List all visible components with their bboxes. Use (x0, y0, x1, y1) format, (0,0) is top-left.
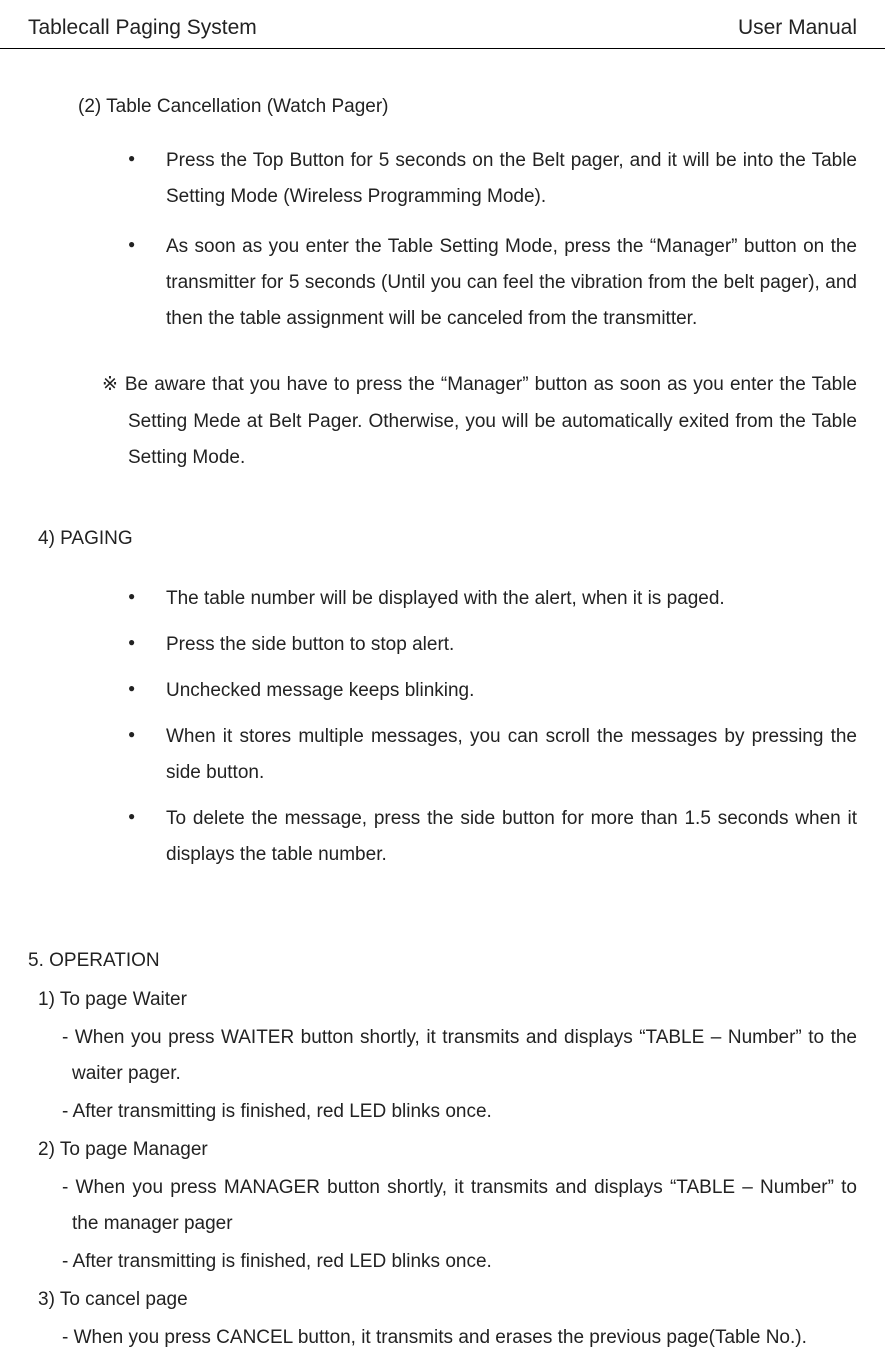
operation-sub-2: 2) To page Manager (38, 1132, 857, 1168)
bullet-item: As soon as you enter the Table Setting M… (128, 229, 857, 337)
operation-title: 5. OPERATION (28, 943, 857, 979)
operation-line: - After transmitting is finished, red LE… (48, 1094, 857, 1130)
operation-sub-3: 3) To cancel page (38, 1282, 857, 1318)
header-left: Tablecall Paging System (28, 8, 257, 48)
section-2-title: (2) Table Cancellation (Watch Pager) (78, 89, 857, 125)
operation-line: - When you press MANAGER button shortly,… (48, 1170, 857, 1242)
section-2-note: ※ Be aware that you have to press the “M… (68, 367, 857, 475)
section-4-bullets: The table number will be displayed with … (128, 581, 857, 874)
header-right: User Manual (738, 8, 857, 48)
bullet-item: The table number will be displayed with … (128, 581, 857, 617)
bullet-item: To delete the message, press the side bu… (128, 801, 857, 873)
section-4-title: 4) PAGING (38, 521, 857, 557)
section-2-bullets: Press the Top Button for 5 seconds on th… (128, 143, 857, 337)
bullet-item: When it stores multiple messages, you ca… (128, 719, 857, 791)
bullet-item: Unchecked message keeps blinking. (128, 673, 857, 709)
page-content: (2) Table Cancellation (Watch Pager) Pre… (0, 49, 885, 1357)
page-header: Tablecall Paging System User Manual (0, 0, 885, 49)
operation-line: - After transmitting is finished, red LE… (48, 1244, 857, 1280)
operation-sub-1: 1) To page Waiter (38, 982, 857, 1018)
bullet-item: Press the Top Button for 5 seconds on th… (128, 143, 857, 215)
operation-line: - When you press CANCEL button, it trans… (48, 1320, 857, 1356)
operation-line: - When you press WAITER button shortly, … (48, 1020, 857, 1092)
bullet-item: Press the side button to stop alert. (128, 627, 857, 663)
